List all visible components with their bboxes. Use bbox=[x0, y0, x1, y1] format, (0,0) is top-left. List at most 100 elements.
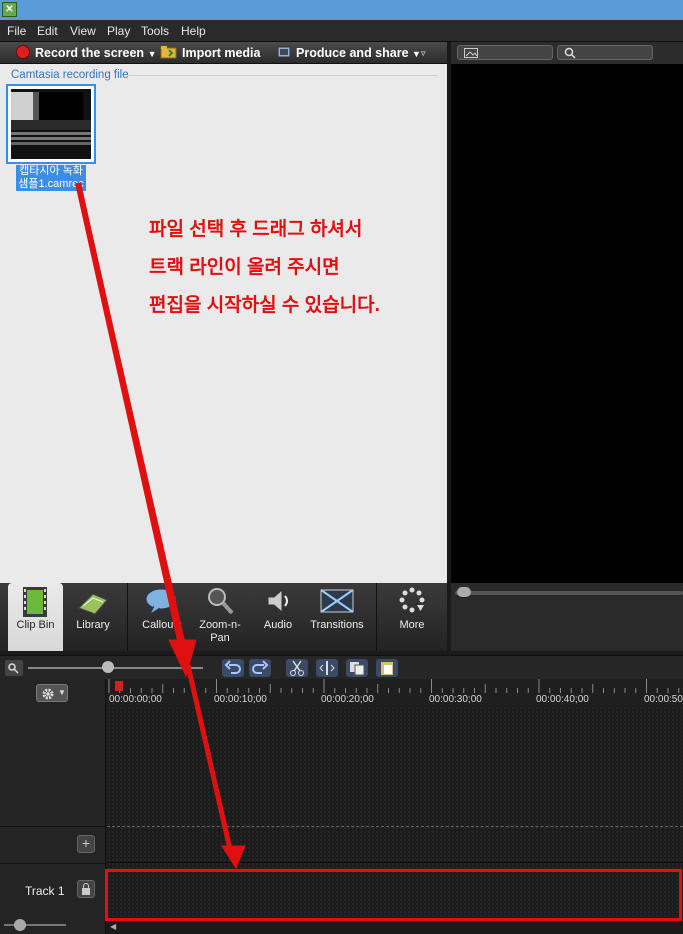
track-lock-button[interactable] bbox=[77, 880, 95, 898]
tab-more[interactable]: More bbox=[384, 583, 440, 651]
annotation-line-3: 편집을 시작하실 수 있습니다. bbox=[149, 295, 380, 316]
split-icon bbox=[319, 661, 335, 675]
preview-size-dropdown[interactable] bbox=[457, 45, 553, 60]
playhead-marker[interactable] bbox=[115, 681, 123, 691]
film-strip-icon bbox=[23, 587, 47, 617]
add-track-button[interactable]: + bbox=[77, 835, 95, 853]
timeline-ruler[interactable]: 00:00:00;00 00:00:10;00 00:00:20;00 00:0… bbox=[107, 679, 683, 706]
scroll-left-icon: ◀ bbox=[110, 922, 117, 931]
camtasia-app-icon[interactable]: ✕ bbox=[2, 2, 17, 17]
timeline-zoom-slider[interactable] bbox=[28, 667, 203, 669]
annotation-line-2: 트랙 라인이 올려 주시면 bbox=[149, 257, 340, 278]
tab-more-label: More bbox=[399, 619, 425, 631]
lock-icon bbox=[82, 883, 90, 895]
redo-icon bbox=[252, 660, 269, 674]
annotation-line-1: 파일 선택 후 드래그 하셔서 bbox=[149, 219, 363, 240]
timeline-settings-button[interactable]: ▼ bbox=[36, 684, 68, 702]
tab-library[interactable]: Library bbox=[65, 583, 121, 651]
copy-icon bbox=[350, 662, 365, 676]
speaker-icon bbox=[267, 588, 288, 614]
tab-audio-label: Audio bbox=[263, 619, 293, 631]
paste-icon bbox=[381, 662, 393, 675]
plus-icon: + bbox=[81, 835, 91, 851]
track-header-column: ▼ + Track 1 bbox=[0, 679, 106, 934]
transitions-icon bbox=[320, 589, 354, 613]
tab-callouts-label: Callouts bbox=[142, 619, 182, 631]
tick-label: 00:00:50; bbox=[644, 694, 683, 705]
undo-button[interactable] bbox=[222, 659, 244, 677]
tick-label: 00:00:40;00 bbox=[536, 694, 589, 705]
timeline-toolbar bbox=[0, 655, 683, 679]
tool-tab-bar: Clip Bin Library Callouts Zoom-n- Pan Aud… bbox=[0, 583, 447, 651]
paste-button[interactable] bbox=[376, 659, 398, 677]
ruler-ticks bbox=[108, 679, 680, 693]
split-button[interactable] bbox=[316, 659, 338, 677]
heading-divider bbox=[127, 75, 438, 76]
tab-clip-bin-label: Clip Bin bbox=[16, 619, 55, 631]
track-1-label: Track 1 bbox=[25, 884, 65, 898]
more-dots-icon bbox=[399, 587, 425, 613]
tick-label: 00:00:00;00 bbox=[109, 694, 162, 705]
copy-button[interactable] bbox=[346, 659, 368, 677]
menu-play[interactable]: Play bbox=[107, 24, 130, 38]
produce-share-label: Produce and share bbox=[296, 46, 409, 60]
clip-bin-panel: Camtasia recording file 캡타시아 녹화 샘플1.camr… bbox=[0, 64, 447, 583]
gear-icon bbox=[42, 688, 54, 700]
record-icon bbox=[16, 45, 30, 62]
chevron-down-icon: ▼ bbox=[58, 688, 66, 697]
clip-filename-label[interactable]: 캡타시아 녹화 샘플1.camrec bbox=[16, 165, 86, 191]
menu-help[interactable]: Help bbox=[181, 24, 206, 38]
tab-transitions-label: Transitions bbox=[310, 619, 364, 631]
redo-button[interactable] bbox=[249, 659, 271, 677]
tab-audio[interactable]: Audio bbox=[252, 583, 304, 651]
clip-thumbnail-image bbox=[11, 89, 91, 159]
preview-toolbar bbox=[451, 42, 683, 64]
import-media-button[interactable]: Import media bbox=[160, 45, 261, 62]
folder-icon bbox=[160, 45, 177, 62]
clip-bin-heading: Camtasia recording file bbox=[11, 69, 129, 81]
track-1-highlight[interactable] bbox=[105, 869, 682, 921]
tab-zoom-n-pan[interactable]: Zoom-n- Pan bbox=[192, 583, 248, 651]
preview-canvas[interactable] bbox=[451, 64, 683, 583]
menu-bar: File Edit View Play Tools Help bbox=[0, 20, 683, 42]
tab-library-label: Library bbox=[76, 619, 110, 631]
chevron-down-icon: ▼ bbox=[147, 49, 157, 59]
track-height-handle[interactable] bbox=[14, 919, 26, 931]
title-bar: ✕ bbox=[0, 0, 683, 20]
tab-transitions[interactable]: Transitions bbox=[306, 583, 368, 651]
magnifier-icon bbox=[208, 588, 234, 615]
zoom-icon[interactable] bbox=[5, 660, 23, 676]
tick-label: 00:00:30;00 bbox=[429, 694, 482, 705]
preview-controls bbox=[451, 583, 683, 651]
produce-share-button[interactable]: Produce and share ▼ bbox=[277, 45, 421, 62]
timeline-scrollbar[interactable]: ◀ bbox=[107, 922, 683, 934]
clip-filename-line1: 캡타시아 녹화 bbox=[19, 165, 83, 177]
cut-button[interactable] bbox=[286, 659, 308, 677]
record-screen-label: Record the screen bbox=[35, 46, 145, 60]
undo-icon bbox=[224, 660, 241, 674]
preview-scrubber-handle[interactable] bbox=[457, 587, 471, 597]
image-icon bbox=[464, 48, 478, 58]
menu-tools[interactable]: Tools bbox=[141, 24, 169, 38]
tab-zoom-n-pan-label: Zoom-n- Pan bbox=[199, 619, 241, 644]
menu-file[interactable]: File bbox=[7, 24, 26, 38]
scissors-icon bbox=[290, 660, 304, 676]
library-icon bbox=[78, 593, 108, 615]
timeline-zoom-handle[interactable] bbox=[102, 661, 114, 673]
preview-scrubber-track[interactable] bbox=[455, 591, 683, 595]
toolbar-overflow-icon[interactable]: ▿ bbox=[421, 48, 426, 59]
tab-clip-bin[interactable]: Clip Bin bbox=[8, 583, 63, 651]
import-media-label: Import media bbox=[182, 46, 261, 60]
menu-edit[interactable]: Edit bbox=[37, 24, 58, 38]
clip-filename-line2: 샘플1.camrec bbox=[18, 178, 84, 190]
tab-callouts[interactable]: Callouts bbox=[134, 583, 190, 651]
main-toolbar: Record the screen ▼ Import media Produce… bbox=[0, 42, 448, 64]
tick-label: 00:00:10;00 bbox=[214, 694, 267, 705]
search-icon bbox=[564, 47, 576, 59]
film-icon bbox=[277, 45, 291, 62]
chevron-down-icon: ▼ bbox=[412, 49, 421, 59]
clip-thumbnail[interactable] bbox=[6, 84, 96, 164]
menu-view[interactable]: View bbox=[70, 24, 96, 38]
preview-zoom-dropdown[interactable] bbox=[557, 45, 653, 60]
record-screen-button[interactable]: Record the screen ▼ bbox=[16, 45, 156, 62]
